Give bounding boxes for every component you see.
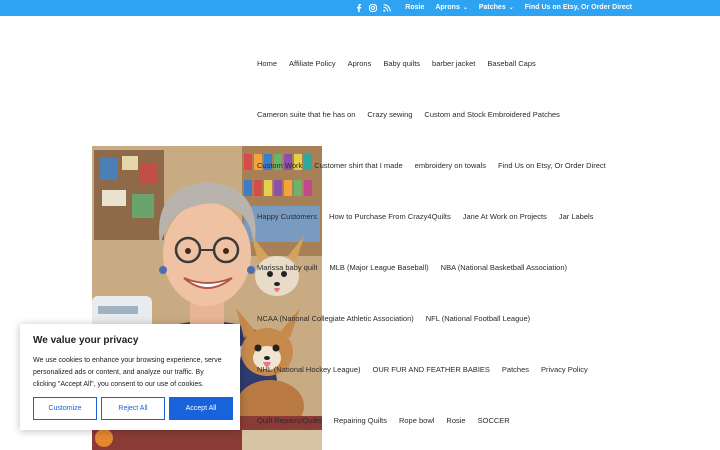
menu-item-fur-feather-babies[interactable]: OUR FUR AND FEATHER BABIES <box>373 364 490 376</box>
menu-row: Custom Work Customer shirt that I made e… <box>257 160 618 172</box>
menu-item-aprons[interactable]: Aprons <box>348 58 372 70</box>
menu-item-baby-quilts[interactable]: Baby quilts <box>383 58 420 70</box>
menu-item-rosie[interactable]: Rosie <box>446 415 465 427</box>
menu-item-find-us-etsy[interactable]: Find Us on Etsy, Or Order Direct <box>498 160 606 172</box>
menu-item-nfl[interactable]: NFL (National Football League) <box>426 313 530 325</box>
menu-item-mlb[interactable]: MLB (Major League Baseball) <box>329 262 428 274</box>
consent-title: We value your privacy <box>33 335 139 346</box>
menu-item-baseball-caps[interactable]: Baseball Caps <box>487 58 535 70</box>
menu-item-jane-at-work[interactable]: Jane At Work on Projects <box>463 211 547 223</box>
menu-row: NCAA (National Collegiate Athletic Assoc… <box>257 313 542 325</box>
menu-item-embroidered-patches[interactable]: Custom and Stock Embroidered Patches <box>424 109 559 121</box>
menu-row: Home Affiliate Policy Aprons Baby quilts… <box>257 58 548 70</box>
cookie-consent-banner: We value your privacy We use cookies to … <box>20 324 240 430</box>
menu-item-custom-work[interactable]: Custom Work <box>257 160 302 172</box>
menu-item-cameron-suite[interactable]: Cameron suite that he has on <box>257 109 355 121</box>
menu-item-quilt-repairs[interactable]: Quilt Repairs/Quilts <box>257 415 322 427</box>
consent-buttons: Customize Reject All Accept All <box>33 397 233 420</box>
menu-item-home[interactable]: Home <box>257 58 277 70</box>
menu-row: Cameron suite that he has on Crazy sewin… <box>257 109 572 121</box>
menu-item-customer-shirt[interactable]: Customer shirt that I made <box>314 160 402 172</box>
customize-button[interactable]: Customize <box>33 397 97 420</box>
menu-item-how-to-purchase[interactable]: How to Purchase From Crazy4Quilts <box>329 211 451 223</box>
menu-item-crazy-sewing[interactable]: Crazy sewing <box>367 109 412 121</box>
menu-item-nhl[interactable]: NHL (National Hockey League) <box>257 364 361 376</box>
menu-item-happy-customers[interactable]: Happy Customers <box>257 211 317 223</box>
menu-item-affiliate-policy[interactable]: Affiliate Policy <box>289 58 336 70</box>
menu-row: Marissa baby quilt MLB (Major League Bas… <box>257 262 579 274</box>
menu-item-ncaa[interactable]: NCAA (National Collegiate Athletic Assoc… <box>257 313 414 325</box>
accept-all-button[interactable]: Accept All <box>169 397 233 420</box>
menu-row: Quilt Repairs/Quilts Repairing Quilts Ro… <box>257 415 522 427</box>
menu-row: Happy Customers How to Purchase From Cra… <box>257 211 605 223</box>
consent-body: We use cookies to enhance your browsing … <box>33 357 222 388</box>
menu-item-jar-labels[interactable]: Jar Labels <box>559 211 594 223</box>
menu-item-marissa-baby-quilt[interactable]: Marissa baby quilt <box>257 262 317 274</box>
menu-item-embroidery-towals[interactable]: embroidery on towals <box>415 160 486 172</box>
menu-item-rope-bowl[interactable]: Rope bowl <box>399 415 434 427</box>
reject-all-button[interactable]: Reject All <box>101 397 165 420</box>
menu-item-repairing-quilts[interactable]: Repairing Quilts <box>334 415 387 427</box>
menu-item-soccer[interactable]: SOCCER <box>478 415 510 427</box>
menu-item-privacy-policy[interactable]: Privacy Policy <box>541 364 588 376</box>
menu-item-barber-jacket[interactable]: barber jacket <box>432 58 475 70</box>
menu-row: NHL (National Hockey League) OUR FUR AND… <box>257 364 600 376</box>
menu-item-nba[interactable]: NBA (National Basketball Association) <box>441 262 567 274</box>
menu-item-patches[interactable]: Patches <box>502 364 529 376</box>
